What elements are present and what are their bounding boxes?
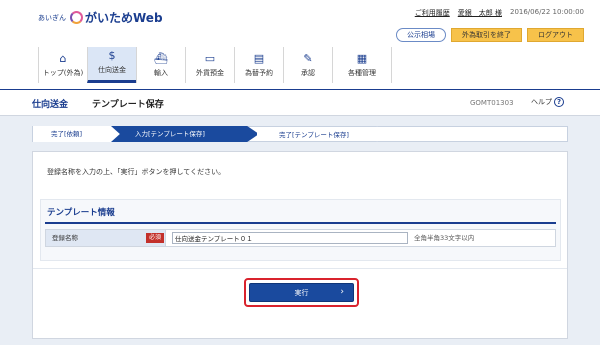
logo-prefix: あいぎん (38, 13, 66, 22)
help-icon: ? (554, 97, 564, 107)
approval-icon: ✎ (303, 52, 313, 65)
registration-name-input[interactable] (172, 232, 408, 244)
logo-mark-icon (70, 11, 83, 24)
main-panel: 登録名称を入力の上、「実行」ボタンを押してください。 テンプレート情報 登録名称… (32, 151, 568, 339)
nav-approval[interactable]: ✎ 承認 (283, 47, 332, 83)
step-complete-template: 完了[テンプレート保存] (257, 126, 387, 142)
public-rates-button[interactable]: 公示相場 (396, 28, 446, 42)
screen-code: GOMT01303 (470, 99, 514, 107)
nav-management[interactable]: ▦ 各種管理 (332, 47, 392, 83)
import-icon: ⛴ (154, 52, 168, 65)
section-name: 仕向送金 (32, 100, 69, 110)
page-title: テンプレート保存 (92, 100, 164, 110)
field-hint: 全角半角33文字以内 (414, 234, 475, 242)
step-complete-request: 完了[依頼] (33, 126, 113, 142)
help-link[interactable]: ヘルプ ? (531, 97, 564, 107)
logo[interactable]: あいぎん がいためWeb (38, 9, 163, 26)
user-info: ご利用履歴 愛銀 太郎 様 2016/06/22 10:00:00 (415, 8, 584, 18)
registration-name-row: 登録名称 必須 全角半角33文字以内 (45, 229, 556, 247)
template-info-section: テンプレート情報 登録名称 必須 全角半角33文字以内 (40, 199, 561, 261)
step-indicator: 完了[依頼] 入力[テンプレート保存] 完了[テンプレート保存] (32, 126, 568, 142)
nav-label: 外貨預金 (196, 69, 224, 77)
panel-divider (33, 268, 567, 269)
global-nav: ⌂ トップ(外為) $ 仕向送金 ⛴ 輸入 ▭ 外貨預金 ▤ 為替予約 ✎ 承認… (38, 47, 392, 83)
nav-deposit[interactable]: ▭ 外貨預金 (185, 47, 234, 83)
instruction-text: 登録名称を入力の上、「実行」ボタンを押してください。 (47, 168, 226, 176)
execute-button[interactable]: 実行 › (249, 283, 354, 302)
login-timestamp: 2016/06/22 10:00:00 (509, 8, 584, 16)
remittance-icon: $ (108, 49, 116, 62)
deposit-icon: ▭ (204, 52, 216, 65)
nav-label: 仕向送金 (98, 66, 126, 74)
reservation-icon: ▤ (253, 52, 265, 65)
logout-button[interactable]: ログアウト (527, 28, 584, 42)
step-input-template: 入力[テンプレート保存] (111, 126, 259, 142)
management-icon: ▦ (356, 52, 368, 65)
registration-name-label: 登録名称 必須 (46, 230, 166, 246)
nav-label: 為替予約 (245, 69, 273, 77)
nav-label: 承認 (301, 69, 315, 77)
title-bar: 仕向送金 テンプレート保存 GOMT01303 ヘルプ ? (0, 89, 600, 116)
nav-remittance[interactable]: $ 仕向送金 (87, 47, 136, 83)
field-label-text: 登録名称 (52, 234, 78, 242)
end-fx-button[interactable]: 外為取引を終了 (451, 28, 522, 42)
logo-text: がいためWeb (85, 11, 163, 25)
help-label: ヘルプ (531, 98, 552, 106)
nav-label: 輸入 (154, 69, 168, 77)
section-title: テンプレート情報 (47, 208, 115, 218)
header-buttons: 公示相場 外為取引を終了 ログアウト (396, 28, 584, 42)
nav-import[interactable]: ⛴ 輸入 (136, 47, 185, 83)
header: あいぎん がいためWeb ご利用履歴 愛銀 太郎 様 2016/06/22 10… (0, 0, 600, 89)
nav-top[interactable]: ⌂ トップ(外為) (38, 47, 87, 83)
nav-label: トップ(外為) (42, 69, 84, 77)
home-icon: ⌂ (59, 52, 67, 65)
execute-button-highlight: 実行 › (244, 278, 359, 307)
nav-reservation[interactable]: ▤ 為替予約 (234, 47, 283, 83)
usage-history-link[interactable]: ご利用履歴 (415, 8, 450, 18)
chevron-right-icon: › (340, 287, 344, 297)
user-name-link[interactable]: 愛銀 太郎 様 (458, 8, 502, 18)
section-divider (45, 222, 556, 224)
nav-label: 各種管理 (348, 69, 376, 77)
required-badge: 必須 (146, 233, 165, 243)
execute-label: 実行 (294, 288, 309, 297)
